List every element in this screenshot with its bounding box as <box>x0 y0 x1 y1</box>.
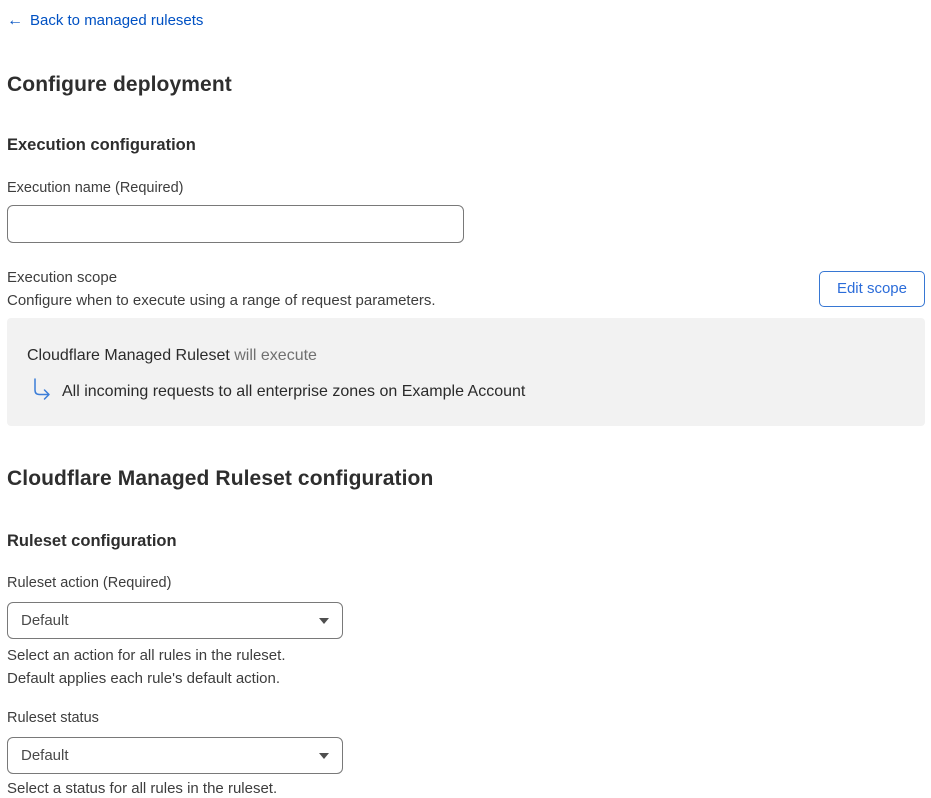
ruleset-status-help: Select a status for all rules in the rul… <box>7 780 278 797</box>
scope-detail-text: All incoming requests to all enterprise … <box>62 383 526 400</box>
back-to-managed-rulesets-link[interactable]: ← Back to managed rulesets <box>7 12 203 30</box>
execution-scope-description: Configure when to execute using a range … <box>7 292 436 309</box>
will-execute-text: will execute <box>229 347 317 364</box>
page-title: Configure deployment <box>7 73 232 96</box>
back-arrow-icon: ← <box>7 12 23 29</box>
execution-scope-text-block: Execution scope Configure when to execut… <box>7 268 436 310</box>
ruleset-action-help-1: Select an action for all rules in the ru… <box>7 647 286 664</box>
chevron-down-icon <box>319 752 329 759</box>
execution-name-input[interactable] <box>7 205 464 243</box>
execution-name-label: Execution name (Required) <box>7 180 184 196</box>
ruleset-action-select[interactable]: Default <box>7 602 343 639</box>
execution-scope-row: Execution scope Configure when to execut… <box>7 268 925 310</box>
scope-summary-line: Cloudflare Managed Ruleset will execute <box>27 346 905 366</box>
ruleset-action-label: Ruleset action (Required) <box>7 575 172 591</box>
back-link-label: Back to managed rulesets <box>30 12 204 29</box>
configure-deployment-page: ← Back to managed rulesets Configure dep… <box>0 0 931 798</box>
chevron-down-icon <box>319 617 329 624</box>
ruleset-subsection-heading: Ruleset configuration <box>7 532 177 550</box>
ruleset-action-value: Default <box>21 612 69 629</box>
execution-configuration-heading: Execution configuration <box>7 136 196 154</box>
scope-detail-line: All incoming requests to all enterprise … <box>31 377 905 402</box>
ruleset-status-value: Default <box>21 747 69 764</box>
ruleset-status-label: Ruleset status <box>7 710 99 726</box>
branch-arrow-icon <box>31 377 53 401</box>
edit-scope-button[interactable]: Edit scope <box>818 271 925 307</box>
execution-scope-label: Execution scope <box>7 269 118 286</box>
scope-summary-panel: Cloudflare Managed Ruleset will execute … <box>7 318 925 426</box>
ruleset-status-select[interactable]: Default <box>7 737 343 774</box>
ruleset-action-help-2: Default applies each rule's default acti… <box>7 670 281 687</box>
ruleset-configuration-heading: Cloudflare Managed Ruleset configuration <box>7 467 434 490</box>
ruleset-name-text: Cloudflare Managed Ruleset <box>27 347 230 364</box>
